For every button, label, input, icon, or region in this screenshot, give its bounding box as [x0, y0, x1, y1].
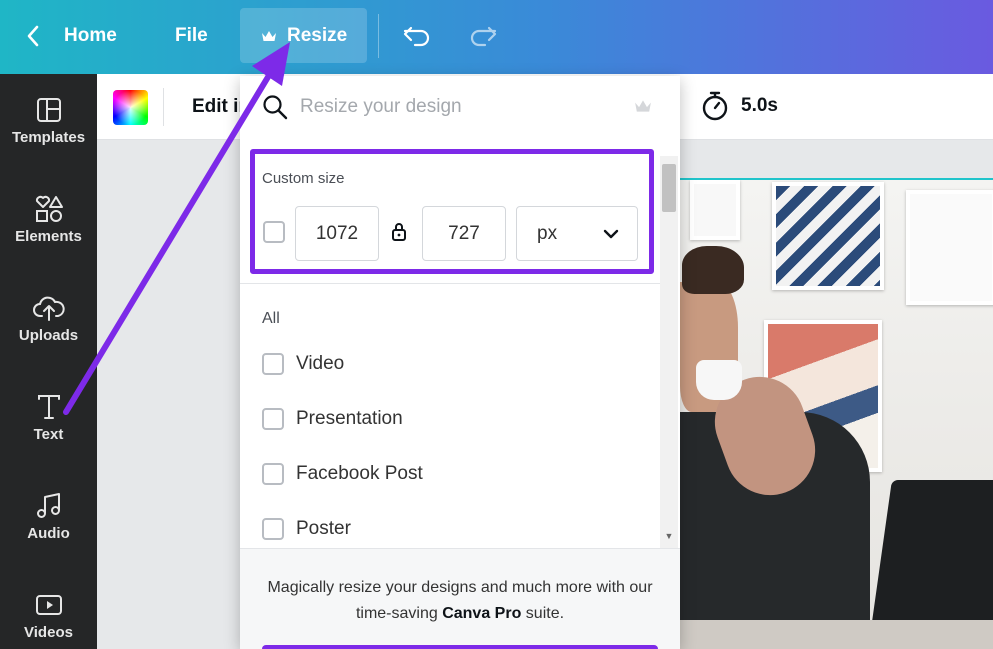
wall-frame [772, 182, 884, 290]
duration-value: 5.0s [741, 95, 778, 116]
option-checkbox[interactable] [262, 518, 284, 540]
chevron-down-icon [603, 229, 619, 238]
option-label: Video [296, 353, 345, 374]
try-pro-button[interactable] [262, 645, 658, 649]
wall-frame [906, 190, 993, 305]
color-picker-button[interactable] [113, 90, 148, 125]
videos-icon [35, 595, 62, 615]
top-bar: Home File Resize [0, 0, 993, 74]
scrollbar-thumb[interactable] [662, 164, 676, 212]
option-label: Presentation [296, 408, 403, 429]
list-item[interactable]: Facebook Post [262, 460, 423, 488]
resize-button[interactable]: Resize [240, 8, 367, 63]
promo-text-after: suite. [521, 605, 565, 622]
custom-size-section: Custom size px [250, 149, 654, 274]
undo-icon [403, 26, 430, 46]
sidebar-item-label: Text [33, 426, 64, 443]
topbar-divider [378, 14, 379, 58]
option-label: Facebook Post [296, 463, 423, 484]
list-item[interactable]: Video [262, 350, 344, 378]
sidebar-item-elements[interactable]: Elements [0, 195, 97, 275]
photo-coffee-cup [696, 360, 742, 400]
promo-brand: Canva Pro [442, 605, 522, 622]
templates-icon [36, 98, 61, 122]
redo-button[interactable] [468, 8, 498, 63]
sidebar-item-text[interactable]: Text [0, 393, 97, 473]
sidebar-item-uploads[interactable]: Uploads [0, 294, 97, 374]
stopwatch-icon [702, 91, 728, 121]
pro-promo: Magically resize your designs and much m… [240, 548, 680, 649]
uploads-icon [32, 296, 65, 321]
sidebar-item-label: Uploads [18, 327, 79, 344]
home-label: Home [64, 24, 117, 46]
resize-search-row [240, 76, 680, 138]
toolbar-divider [163, 88, 164, 126]
list-item[interactable]: Presentation [262, 405, 403, 433]
scrollbar-track[interactable] [660, 156, 678, 548]
photo-person-hair [682, 246, 744, 294]
option-label: Poster [296, 518, 351, 539]
sidebar-item-label: Elements [15, 228, 82, 245]
option-checkbox[interactable] [262, 353, 284, 375]
unit-select[interactable]: px [516, 206, 638, 261]
wall-frame [690, 180, 740, 240]
pro-crown-icon [635, 100, 651, 112]
option-checkbox[interactable] [262, 408, 284, 430]
lock-icon[interactable] [391, 222, 407, 242]
redo-icon [470, 26, 497, 46]
list-item[interactable]: Poster [262, 515, 351, 543]
design-canvas[interactable] [680, 178, 993, 649]
file-label: File [175, 24, 208, 46]
photo-table [680, 620, 993, 649]
option-checkbox[interactable] [262, 463, 284, 485]
sidebar-item-label: Videos [24, 624, 73, 641]
all-section-label: All [262, 310, 280, 327]
sidebar-item-videos[interactable]: Videos [0, 591, 97, 649]
unit-value: px [537, 222, 558, 244]
undo-button[interactable] [402, 8, 432, 63]
audio-icon [36, 493, 60, 518]
sidebar-item-templates[interactable]: Templates [0, 96, 97, 176]
sidebar-item-audio[interactable]: Audio [0, 492, 97, 572]
elements-icon [35, 195, 63, 222]
custom-size-label: Custom size [262, 170, 345, 187]
scroll-down-arrow[interactable]: ▼ [664, 531, 674, 541]
width-input[interactable] [295, 206, 379, 261]
chevron-left-icon [27, 25, 39, 46]
sidebar-item-label: Audio [27, 525, 70, 542]
sidebar-item-label: Templates [11, 129, 86, 146]
text-icon [37, 395, 60, 419]
panel-divider [240, 283, 660, 284]
resize-search-input[interactable] [300, 96, 620, 118]
edit-image-button[interactable]: Edit image [192, 96, 242, 118]
resize-label: Resize [287, 24, 348, 46]
height-input[interactable] [422, 206, 506, 261]
home-button[interactable]: Home [26, 8, 117, 63]
promo-text: Magically resize your designs and much m… [260, 575, 660, 627]
sidebar: Templates Elements Uploads Text Audio Vi… [0, 74, 97, 649]
search-icon [263, 95, 288, 120]
resize-dropdown-panel: Custom size px All Video Presentation Fa… [240, 76, 680, 649]
file-menu-button[interactable]: File [175, 8, 208, 63]
custom-size-checkbox[interactable] [263, 221, 285, 243]
duration-button[interactable]: 5.0s [701, 91, 778, 121]
crown-icon [262, 30, 276, 41]
